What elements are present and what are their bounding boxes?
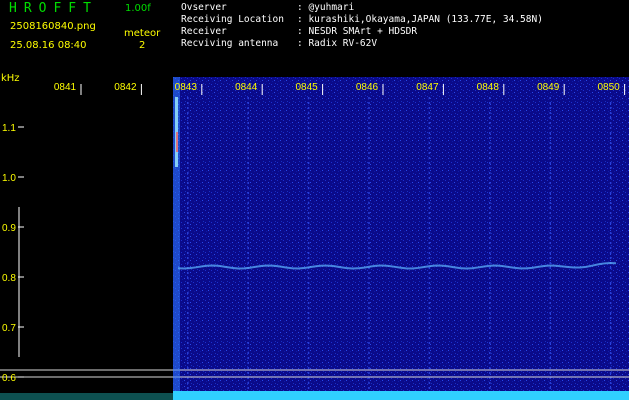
x-tick-label: 0850 [597,82,620,93]
y-tick-label: 1.1 [2,123,16,134]
info-row-receiver: Receiver : NESDR SMArt + HDSDR [181,26,543,38]
y-tick-label: 0.6 [2,373,16,384]
info-row-antenna: Recviving antenna : Radix RV-62V [181,38,543,50]
y-tick-label: 0.8 [2,273,16,284]
info-label: Ovserver [181,2,227,13]
detection-label: meteor [124,28,161,39]
info-row-location: Receiving Location : kurashiki,Okayama,JA… [181,14,543,26]
info-value: : Radix RV-62V [297,38,378,49]
info-label: Receiver [181,26,227,37]
app-title: HROFFT [9,1,98,16]
info-label: Recviving antenna [181,38,279,49]
timestamp: 25.08.16 08:40 [10,40,87,51]
info-value: : @yuhmari [297,2,355,13]
x-tick-label: 0845 [295,82,318,93]
info-value: : NESDR SMArt + HDSDR [297,26,418,37]
y-tick-label: 1.0 [2,173,16,184]
detection-count: 2 [139,40,146,51]
x-tick-label: 0847 [416,82,439,93]
info-row-observer: Ovserver : @yuhmari [181,2,543,14]
y-tick-label: 0.7 [2,323,16,334]
y-tick-label: 0.9 [2,223,16,234]
amplitude-band [173,391,629,400]
x-tick-label: 0841 [54,82,77,93]
x-tick-label: 0843 [175,82,198,93]
x-tick-label: 0842 [114,82,137,93]
meteor-core [176,132,178,152]
x-tick-label: 0846 [356,82,379,93]
x-tick-label: 0844 [235,82,258,93]
amplitude-band-left [0,393,173,400]
version-label: 1.00f [125,3,151,14]
x-tick-label: 0848 [477,82,500,93]
info-value: : kurashiki,Okayama,JAPAN (133.77E, 34.5… [297,14,543,25]
spectrogram: 0841 0842 0843 0844 0845 0846 0847 0848 0849 0850… [0,77,629,400]
x-tick-label: 0849 [537,82,560,93]
station-info: Ovserver : @yuhmari Receiving Location : k… [181,2,543,50]
file-name: 2508160840.png [10,21,96,32]
info-label: Receiving Location [181,14,284,25]
waterfall-background [173,77,629,400]
